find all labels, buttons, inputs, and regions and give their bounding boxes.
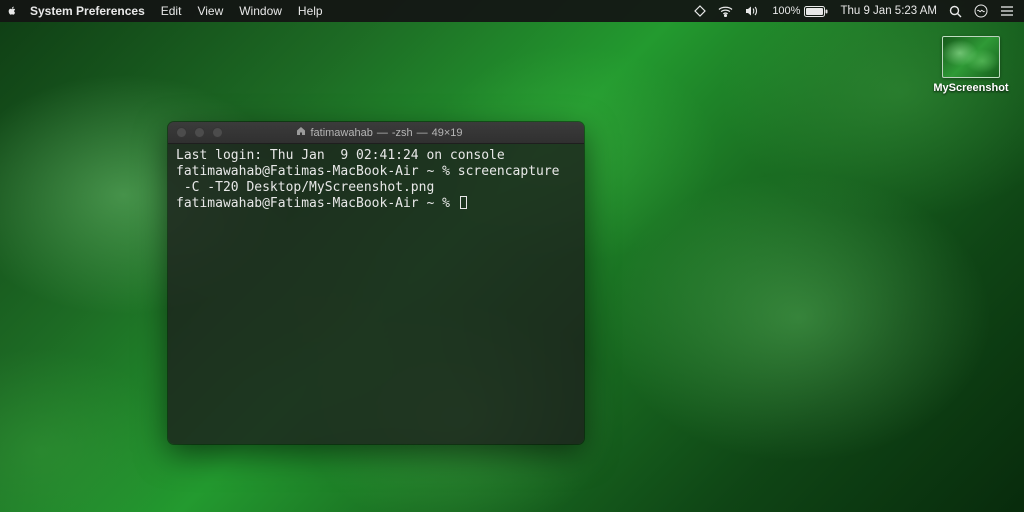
terminal-window[interactable]: fatimawahab — -zsh — 49×19 Last login: T… <box>168 122 584 444</box>
terminal-line-3: -C -T20 Desktop/MyScreenshot.png <box>176 180 434 195</box>
menubar-item-window[interactable]: Window <box>231 0 290 22</box>
terminal-line-4: fatimawahab@Fatimas-MacBook-Air ~ % <box>176 196 458 211</box>
desktop-file-myscreenshot[interactable]: MyScreenshot <box>932 36 1010 94</box>
terminal-title-sep1: — <box>377 127 388 139</box>
menubar-app-name[interactable]: System Preferences <box>22 0 153 22</box>
terminal-title-shell: -zsh <box>392 127 413 139</box>
diamond-status-icon[interactable] <box>694 5 706 17</box>
screenshot-thumbnail-icon <box>942 36 1000 78</box>
apple-menu-icon[interactable] <box>8 0 22 22</box>
menubar-item-edit[interactable]: Edit <box>153 0 190 22</box>
terminal-title: fatimawahab — -zsh — 49×19 <box>183 126 576 139</box>
siri-icon[interactable] <box>974 4 988 18</box>
volume-icon[interactable] <box>745 5 760 17</box>
battery-status[interactable]: 100% <box>772 5 828 17</box>
desktop-file-label: MyScreenshot <box>933 82 1008 94</box>
terminal-title-sep2: — <box>417 127 428 139</box>
terminal-title-dims: 49×19 <box>432 127 463 139</box>
battery-percentage: 100% <box>772 5 800 17</box>
terminal-cursor <box>460 196 467 209</box>
terminal-title-user: fatimawahab <box>310 127 372 139</box>
terminal-body[interactable]: Last login: Thu Jan 9 02:41:24 on consol… <box>168 144 584 216</box>
terminal-line-2: fatimawahab@Fatimas-MacBook-Air ~ % scre… <box>176 164 560 179</box>
terminal-line-1: Last login: Thu Jan 9 02:41:24 on consol… <box>176 148 505 163</box>
notification-center-icon[interactable] <box>1000 5 1014 17</box>
spotlight-search-icon[interactable] <box>949 5 962 18</box>
home-folder-icon <box>296 126 306 139</box>
terminal-titlebar[interactable]: fatimawahab — -zsh — 49×19 <box>168 122 584 144</box>
menubar-item-help[interactable]: Help <box>290 0 331 22</box>
menubar-clock[interactable]: Thu 9 Jan 5:23 AM <box>840 5 937 17</box>
menubar-item-view[interactable]: View <box>189 0 231 22</box>
wifi-icon[interactable] <box>718 6 733 17</box>
menubar: System Preferences Edit View Window Help… <box>0 0 1024 22</box>
